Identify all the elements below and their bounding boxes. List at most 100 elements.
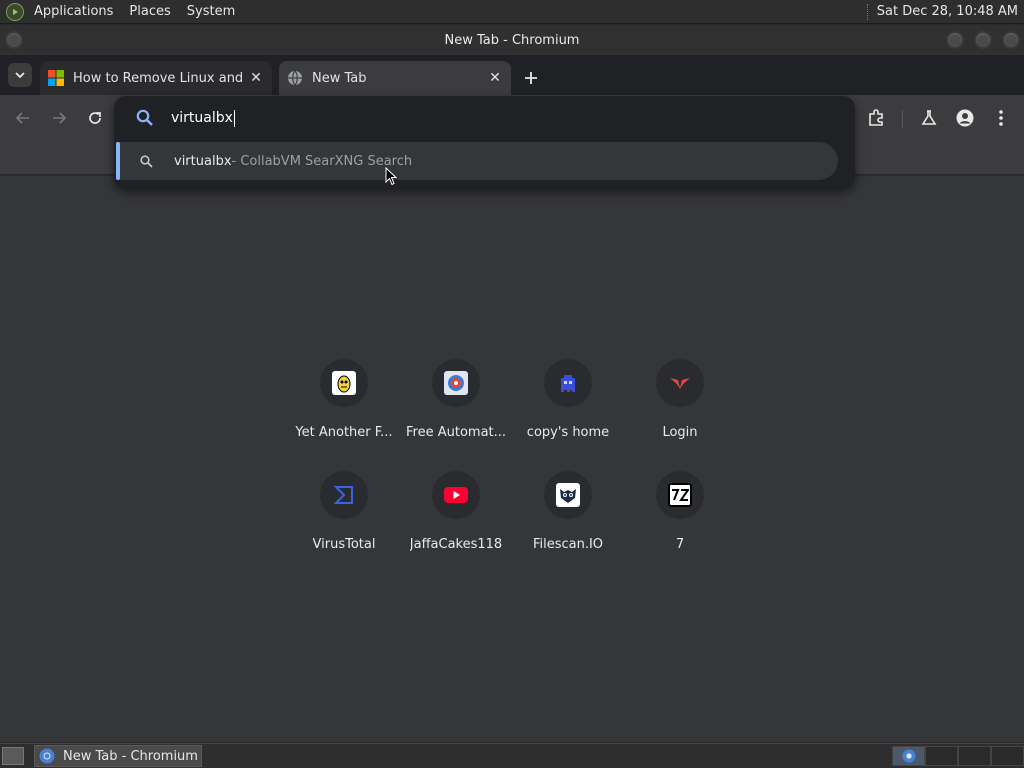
shortcut-icon-circle xyxy=(432,359,480,407)
tab-new-tab[interactable]: New Tab ✕ xyxy=(279,61,511,95)
virustotal-icon xyxy=(332,483,356,507)
windows-logo-icon xyxy=(48,70,64,86)
extensions-button[interactable] xyxy=(865,107,887,129)
omnibox-query[interactable]: virtualbx xyxy=(171,109,235,127)
shortcut-name: Free Automat... xyxy=(406,425,506,440)
chevron-down-icon xyxy=(15,72,25,79)
pixel-ghost-icon xyxy=(556,371,580,395)
search-icon xyxy=(140,154,153,168)
chromium-icon xyxy=(901,749,916,763)
omnibox-popup: virtualbx virtualbx - CollabVM SearXNG S… xyxy=(114,96,855,188)
shortcut-icon-circle xyxy=(656,359,704,407)
places-menu-label[interactable]: Places xyxy=(129,4,170,19)
omnibox-suggestion[interactable]: virtualbx - CollabVM SearXNG Search xyxy=(116,142,838,180)
close-tab-icon[interactable]: ✕ xyxy=(487,70,503,86)
mouse-cursor-icon xyxy=(385,167,397,186)
shortcut-tile[interactable]: Yet Another F... xyxy=(288,359,400,463)
yafgc-icon xyxy=(332,371,356,395)
applications-menu-icon[interactable] xyxy=(6,2,24,21)
panel-drag-handle xyxy=(866,3,871,20)
text-caret xyxy=(233,109,235,127)
shortcut-icon-circle xyxy=(544,359,592,407)
shortcut-icon-circle xyxy=(320,471,368,519)
shortcut-name: copy's home xyxy=(526,425,610,440)
workspace-switcher[interactable] xyxy=(892,746,1024,766)
reload-button[interactable] xyxy=(84,107,106,129)
maximize-button[interactable] xyxy=(974,31,992,49)
shortcut-tile[interactable]: VirusTotal xyxy=(288,471,400,575)
applications-menu-label[interactable]: Applications xyxy=(34,4,113,19)
close-tab-icon[interactable]: ✕ xyxy=(248,70,264,86)
shortcut-name: Yet Another F... xyxy=(295,425,393,440)
arrow-right-icon xyxy=(53,112,67,124)
clock-label[interactable]: Sat Dec 28, 10:48 AM xyxy=(877,4,1018,19)
toolbar-divider xyxy=(902,110,903,128)
shortcut-icon-circle xyxy=(432,471,480,519)
applications-menu[interactable]: Applications xyxy=(24,0,119,24)
tab-label: New Tab xyxy=(312,70,367,86)
reload-icon xyxy=(89,112,101,124)
minimize-button[interactable] xyxy=(946,31,964,49)
new-tab-page: Yet Another F... Free Automat... copy's … xyxy=(0,176,1024,742)
system-menu[interactable]: System xyxy=(177,0,241,24)
profile-avatar-icon xyxy=(956,109,974,127)
more-vertical-icon xyxy=(999,110,1003,126)
shortcut-icon-circle xyxy=(320,359,368,407)
shortcut-tile[interactable]: copy's home xyxy=(512,359,624,463)
workspace-1[interactable] xyxy=(892,746,925,766)
shortcut-tile[interactable]: JaffaCakes118 xyxy=(400,471,512,575)
7zip-icon xyxy=(668,483,692,507)
suggestion-text: virtualbx xyxy=(174,153,232,169)
shortcut-name: Login xyxy=(662,425,698,440)
flask-icon xyxy=(921,110,937,125)
selection-indicator xyxy=(116,142,120,180)
tab-label: How to Remove Linux and Ins xyxy=(73,70,242,86)
chromium-icon xyxy=(39,748,55,764)
clock[interactable]: Sat Dec 28, 10:48 AM xyxy=(866,3,1024,20)
new-tab-button[interactable] xyxy=(518,65,544,91)
search-icon xyxy=(136,109,153,126)
arrow-left-icon xyxy=(15,112,29,124)
bottom-taskbar: New Tab - Chromium xyxy=(0,743,1024,768)
window-menu-button[interactable] xyxy=(5,31,23,49)
puzzle-icon xyxy=(869,109,883,126)
workspace-2[interactable] xyxy=(925,746,958,766)
shortcut-tile[interactable]: Login xyxy=(624,359,736,463)
forward-button[interactable] xyxy=(48,107,70,129)
any-run-icon xyxy=(444,371,468,395)
window-title: New Tab - Chromium xyxy=(444,32,580,48)
owl-icon xyxy=(556,483,580,507)
tab-how-to-remove-linux[interactable]: How to Remove Linux and Ins ✕ xyxy=(40,61,272,95)
close-window-button[interactable] xyxy=(1002,31,1020,49)
shortcut-icon-circle xyxy=(544,471,592,519)
youtube-icon xyxy=(444,483,468,507)
window-titlebar[interactable]: New Tab - Chromium xyxy=(0,25,1024,55)
places-menu[interactable]: Places xyxy=(119,0,176,24)
top-panel: Applications Places System Sat Dec 28, 1… xyxy=(0,0,1024,24)
red-logo-icon xyxy=(668,371,692,395)
workspace-4[interactable] xyxy=(991,746,1024,766)
show-desktop-button[interactable] xyxy=(2,747,24,765)
tab-search-button[interactable] xyxy=(8,63,32,87)
chrome-labs-button[interactable] xyxy=(918,107,940,129)
workspace-3[interactable] xyxy=(958,746,991,766)
globe-icon xyxy=(288,70,302,86)
shortcut-tile[interactable]: Filescan.IO xyxy=(512,471,624,575)
omnibox-query-text: virtualbx xyxy=(171,110,233,126)
plus-icon xyxy=(525,72,537,84)
tab-strip: How to Remove Linux and Ins ✕ New Tab ✕ xyxy=(0,55,1024,95)
shortcut-name: VirusTotal xyxy=(312,537,376,552)
back-button[interactable] xyxy=(12,107,34,129)
profile-button[interactable] xyxy=(954,107,976,129)
omnibox-input[interactable]: virtualbx xyxy=(114,96,855,140)
shortcut-icon-circle xyxy=(656,471,704,519)
taskbar-window-button[interactable]: New Tab - Chromium xyxy=(34,745,202,767)
shortcut-tile[interactable]: 7 xyxy=(624,471,736,575)
menu-button[interactable] xyxy=(990,107,1012,129)
shortcut-tile[interactable]: Free Automat... xyxy=(400,359,512,463)
taskbar-window-label: New Tab - Chromium xyxy=(63,748,198,764)
shortcut-name: Filescan.IO xyxy=(532,537,604,552)
system-menu-label[interactable]: System xyxy=(187,4,235,19)
shortcut-name: JaffaCakes118 xyxy=(409,537,503,552)
shortcut-name: 7 xyxy=(675,537,685,552)
